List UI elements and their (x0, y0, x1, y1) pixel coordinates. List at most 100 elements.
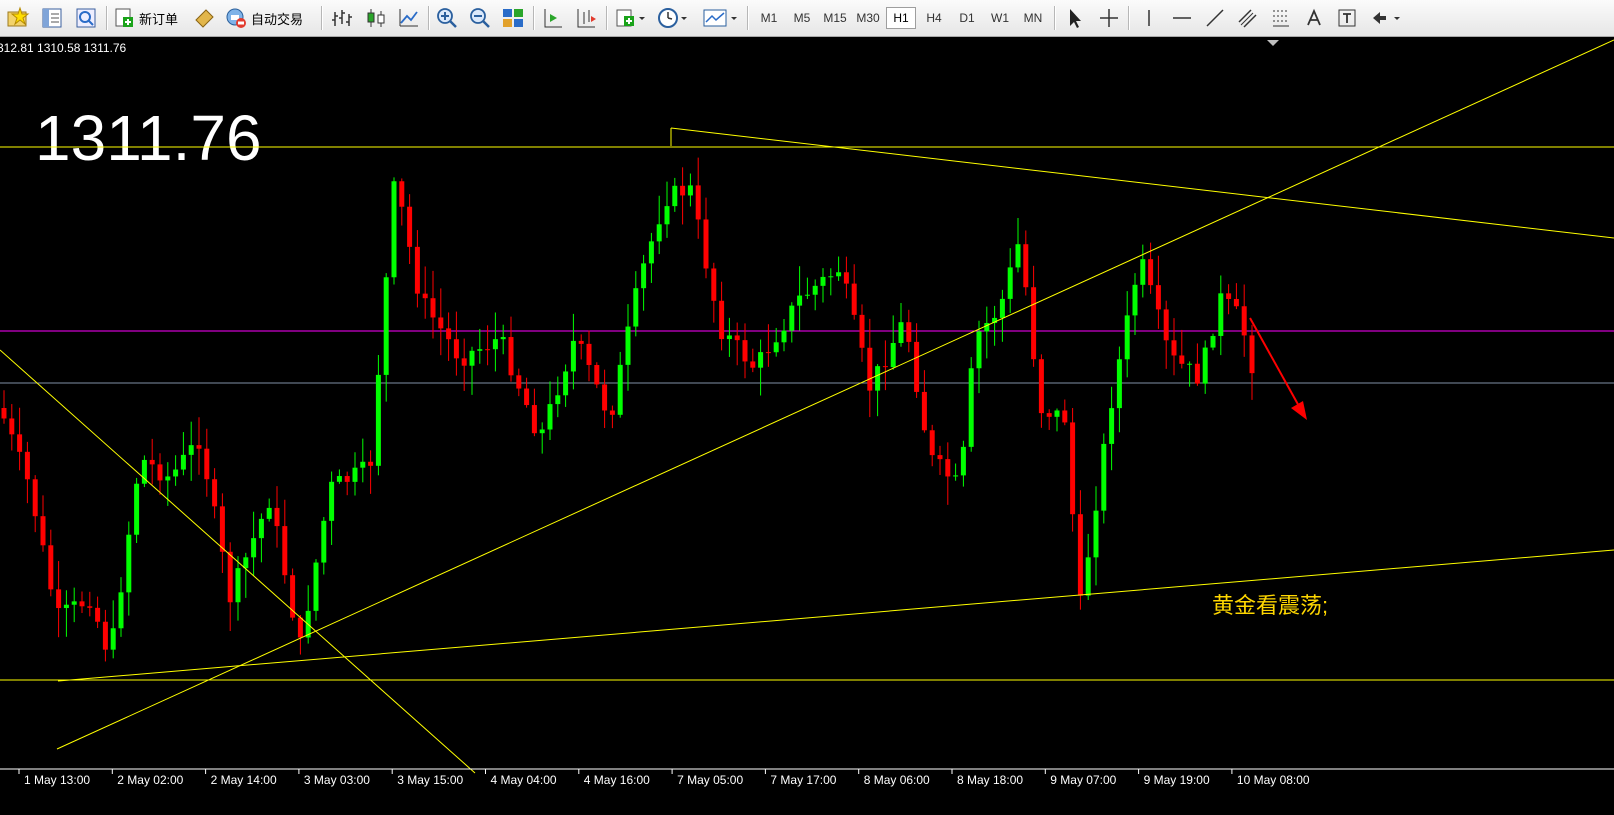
candle-body (960, 446, 966, 476)
auto-trading-icon (226, 8, 246, 28)
candle-body (469, 350, 475, 366)
timeframe-d1[interactable]: D1 (952, 7, 982, 29)
main-toolbar: 新订单 自动交易 M1 M5 M15 M30 H1 H4 D1 W1 MN (0, 0, 1614, 37)
candle-body (251, 538, 257, 558)
indicators-dropdown[interactable] (614, 5, 648, 31)
candle-body (719, 300, 725, 340)
candle-body (641, 263, 647, 289)
candle-body (516, 375, 522, 389)
equidistant-channel-tool-icon[interactable] (1236, 5, 1260, 31)
time-axis-label: 4 May 04:00 (491, 773, 557, 787)
candle-body (1070, 422, 1076, 515)
candle-body (422, 293, 428, 299)
chart-canvas[interactable]: 312.81 1310.58 1311.76 1311.76 黄金看震荡; 1 … (0, 38, 1614, 810)
timeframe-h1[interactable]: H1 (886, 7, 916, 29)
candle-body (126, 534, 132, 593)
new-order-button[interactable]: 新订单 (113, 5, 178, 31)
candle-body (102, 621, 108, 650)
candle-body (921, 391, 927, 431)
time-axis-label: 2 May 14:00 (211, 773, 277, 787)
candle-body (485, 349, 491, 351)
history-center-icon[interactable] (192, 5, 216, 31)
candle-body (664, 206, 670, 225)
candle-body (945, 459, 951, 477)
candle-body (1062, 410, 1068, 423)
candle-body (1210, 335, 1216, 348)
candle-body (196, 445, 202, 449)
tile-windows-icon[interactable] (501, 5, 525, 31)
candlestick-chart-icon[interactable] (364, 5, 388, 31)
periods-dropdown[interactable] (656, 5, 690, 31)
candle-body (118, 592, 124, 629)
line-chart-icon[interactable] (397, 5, 421, 31)
candle-body (71, 601, 77, 605)
candle-body (383, 277, 389, 375)
templates-dropdown[interactable] (702, 5, 740, 31)
text-tool-icon[interactable] (1302, 5, 1326, 31)
candlestick-series (1, 157, 1255, 662)
navigator-icon[interactable] (74, 5, 98, 31)
vertical-line-tool-icon[interactable] (1137, 5, 1161, 31)
auto-trading-button[interactable]: 自动交易 (225, 5, 303, 31)
zoom-in-icon[interactable] (435, 5, 459, 31)
candle-body (1226, 293, 1232, 299)
candle-body (40, 516, 46, 546)
market-watch-icon[interactable] (40, 5, 64, 31)
candle-body (360, 461, 366, 468)
candle-body (282, 526, 288, 576)
arrows-dropdown[interactable] (1369, 5, 1403, 31)
candle-body (1194, 363, 1200, 384)
candle-body (563, 371, 569, 396)
candle-body (453, 339, 459, 359)
favorites-star-icon[interactable] (6, 5, 30, 31)
candle-body (656, 224, 662, 242)
time-axis-label: 9 May 07:00 (1050, 773, 1116, 787)
candle-body (914, 341, 920, 392)
candle-body (1233, 298, 1239, 307)
timeframe-h4[interactable]: H4 (919, 7, 949, 29)
candle-body (804, 294, 810, 296)
candle-body (953, 475, 959, 477)
candle-body (1155, 285, 1161, 310)
trendline-rising-main[interactable] (56, 39, 1614, 750)
candle-body (726, 335, 732, 340)
bar-chart-icon[interactable] (331, 5, 355, 31)
crosshair-tool-icon[interactable] (1097, 5, 1121, 31)
trendline-upper-channel[interactable] (670, 127, 1614, 239)
trendline-tool-icon[interactable] (1203, 5, 1227, 31)
candle-body (758, 352, 764, 368)
time-axis-label: 2 May 02:00 (117, 773, 183, 787)
candle-body (1023, 244, 1029, 288)
candle-body (680, 185, 686, 196)
timeframe-w1[interactable]: W1 (985, 7, 1015, 29)
candle-body (266, 507, 272, 519)
candle-body (789, 305, 795, 331)
horizontal-line-tool-icon[interactable] (1170, 5, 1194, 31)
candle-body (586, 343, 592, 366)
candle-body (165, 476, 171, 481)
trendline-descending-left[interactable] (0, 349, 476, 774)
candle-body (110, 628, 116, 650)
chart-shift-icon[interactable] (541, 5, 565, 31)
candle-body (539, 429, 545, 434)
candle-body (1031, 287, 1037, 360)
candle-body (875, 366, 881, 391)
candle-body (173, 469, 179, 477)
auto-scroll-icon[interactable] (574, 5, 598, 31)
candle-body (765, 352, 771, 354)
chart-shift-marker-icon[interactable] (1267, 40, 1279, 46)
candle-body (812, 285, 818, 295)
timeframe-m1[interactable]: M1 (754, 7, 784, 29)
timeframe-m5[interactable]: M5 (787, 7, 817, 29)
cursor-tool-icon[interactable] (1063, 5, 1087, 31)
candle-body (820, 276, 826, 286)
price-chart[interactable]: 312.81 1310.58 1311.76 1311.76 黄金看震荡; 1 … (0, 38, 1614, 810)
timeframe-m15[interactable]: M15 (820, 7, 850, 29)
zoom-out-icon[interactable] (468, 5, 492, 31)
text-label-tool-icon[interactable] (1335, 5, 1359, 31)
fibonacci-tool-icon[interactable] (1269, 5, 1293, 31)
timeframe-mn[interactable]: MN (1018, 7, 1048, 29)
timeframe-m30[interactable]: M30 (853, 7, 883, 29)
candle-body (602, 384, 608, 411)
candle-body (578, 340, 584, 344)
